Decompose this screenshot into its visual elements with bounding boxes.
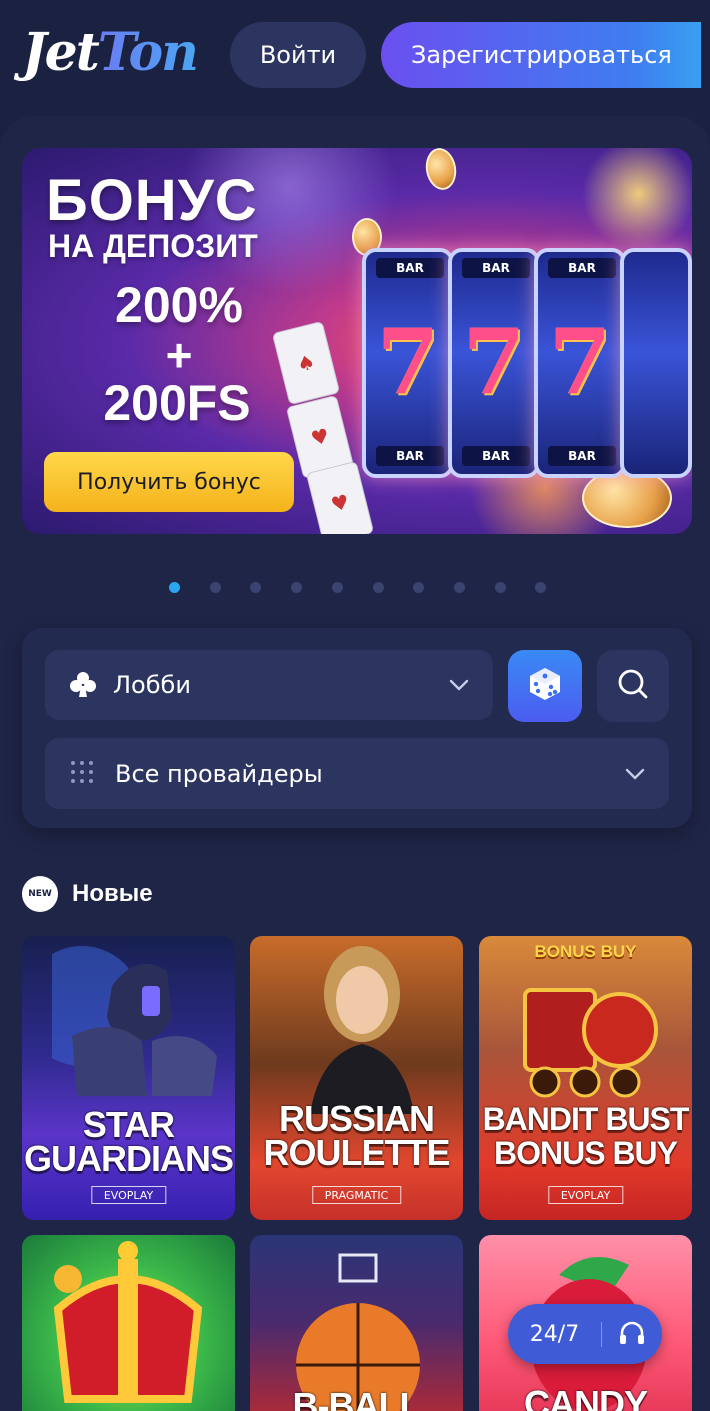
- logo-jet: Jet: [22, 22, 100, 83]
- carousel-dot[interactable]: [169, 582, 180, 593]
- provider-label: EVOPLAY: [90, 1186, 167, 1204]
- bonus-buy-tag: BONUS BUY: [534, 942, 637, 961]
- carousel-pagination: [0, 582, 710, 594]
- game-tile[interactable]: B-BALL: [250, 1235, 463, 1411]
- dealer-illustration: [310, 946, 414, 1114]
- reel-bar-label: BAR: [548, 258, 616, 278]
- train-illustration: [523, 988, 658, 1098]
- random-game-button[interactable]: [508, 650, 582, 722]
- banner-title: БОНУС: [46, 168, 258, 233]
- game-tile[interactable]: STAR GUARDIANS EVOPLAY: [22, 936, 235, 1220]
- login-button[interactable]: Войти: [230, 22, 366, 88]
- slot-reel: [620, 248, 692, 478]
- banner-percent: 200%: [115, 277, 243, 333]
- slot-reel: BAR 7 BAR: [362, 248, 454, 478]
- game-title: B-BALL: [292, 1385, 422, 1411]
- support-hours-label: 24/7: [508, 1321, 602, 1347]
- game-tile[interactable]: BONUS BUY BANDIT BUST BONUS BUY EVOPLAY: [479, 936, 692, 1220]
- banner-freespins: 200FS: [103, 375, 251, 431]
- providers-label: Все провайдеры: [115, 759, 323, 788]
- lobby-label: Лобби: [113, 671, 191, 699]
- grid-dots-icon: [69, 759, 97, 789]
- carousel-dot[interactable]: [209, 582, 221, 593]
- get-bonus-button[interactable]: Получить бонус: [44, 452, 294, 512]
- banner-subtitle: НА ДЕПОЗИТ: [48, 228, 258, 264]
- carousel-dot[interactable]: [413, 582, 425, 593]
- game-tile[interactable]: [22, 1235, 235, 1411]
- reel-bar-label: BAR: [462, 258, 530, 278]
- game-title: RUSSIAN ROULETTE: [263, 1098, 451, 1173]
- provider-label: PRAGMATIC: [311, 1186, 402, 1204]
- reel-bar-label: BAR: [548, 446, 616, 466]
- provider-label: EVOPLAY: [547, 1186, 624, 1204]
- search-button[interactable]: [597, 650, 669, 722]
- game-title: STAR GUARDIANS: [23, 1104, 234, 1179]
- crown-illustration: [53, 1241, 203, 1403]
- register-button[interactable]: Зарегистрироваться: [381, 22, 701, 88]
- carousel-dot[interactable]: [331, 582, 343, 593]
- banner-plus: +: [165, 329, 193, 381]
- top-header: Jet Ton Войти Зарегистрироваться: [0, 0, 710, 110]
- game-title: BANDIT BUST BONUS BUY: [482, 1101, 690, 1171]
- club-icon: [67, 670, 99, 700]
- carousel-dot[interactable]: [453, 582, 465, 593]
- slot-reel: BAR 7 BAR: [534, 248, 626, 478]
- dice-icon: [526, 665, 564, 707]
- game-title: CANDY: [523, 1383, 648, 1411]
- carousel-dot[interactable]: [494, 582, 506, 593]
- reel-seven: 7: [376, 309, 440, 415]
- reel-bar-label: BAR: [376, 258, 444, 278]
- providers-dropdown[interactable]: Все провайдеры: [45, 738, 669, 809]
- section-title: Новые: [72, 880, 153, 907]
- carousel-dot[interactable]: [250, 582, 262, 593]
- support-widget[interactable]: 24/7: [508, 1304, 662, 1364]
- search-icon: [615, 666, 651, 706]
- chevron-down-icon: [447, 673, 471, 701]
- carousel-dot[interactable]: [291, 582, 303, 593]
- carousel-dot[interactable]: [372, 582, 384, 593]
- jetton-logo[interactable]: Jet Ton: [22, 22, 199, 88]
- lobby-dropdown[interactable]: Лобби: [45, 650, 493, 720]
- game-tile[interactable]: RUSSIAN ROULETTE PRAGMATIC: [250, 936, 463, 1220]
- robot-illustration: [52, 946, 217, 1096]
- reel-seven: 7: [548, 309, 612, 415]
- reel-bar-label: BAR: [462, 446, 530, 466]
- carousel-dot[interactable]: [535, 582, 547, 593]
- reel-bar-label: BAR: [376, 446, 444, 466]
- new-badge-icon: NEW: [22, 876, 58, 912]
- slot-reel: BAR 7 BAR: [448, 248, 540, 478]
- reel-seven: 7: [462, 309, 526, 415]
- new-games-heading: NEW Новые: [22, 874, 153, 914]
- chevron-down-icon: [623, 762, 647, 790]
- logo-ton: Ton: [97, 22, 199, 83]
- headphones-icon: [602, 1319, 662, 1349]
- promo-banner[interactable]: BAR 7 BAR BAR 7 BAR BAR 7 BAR ♠ ♥ ♥ БОНУ…: [22, 148, 692, 534]
- slot-machine-illustration: BAR 7 BAR BAR 7 BAR BAR 7 BAR: [342, 148, 692, 528]
